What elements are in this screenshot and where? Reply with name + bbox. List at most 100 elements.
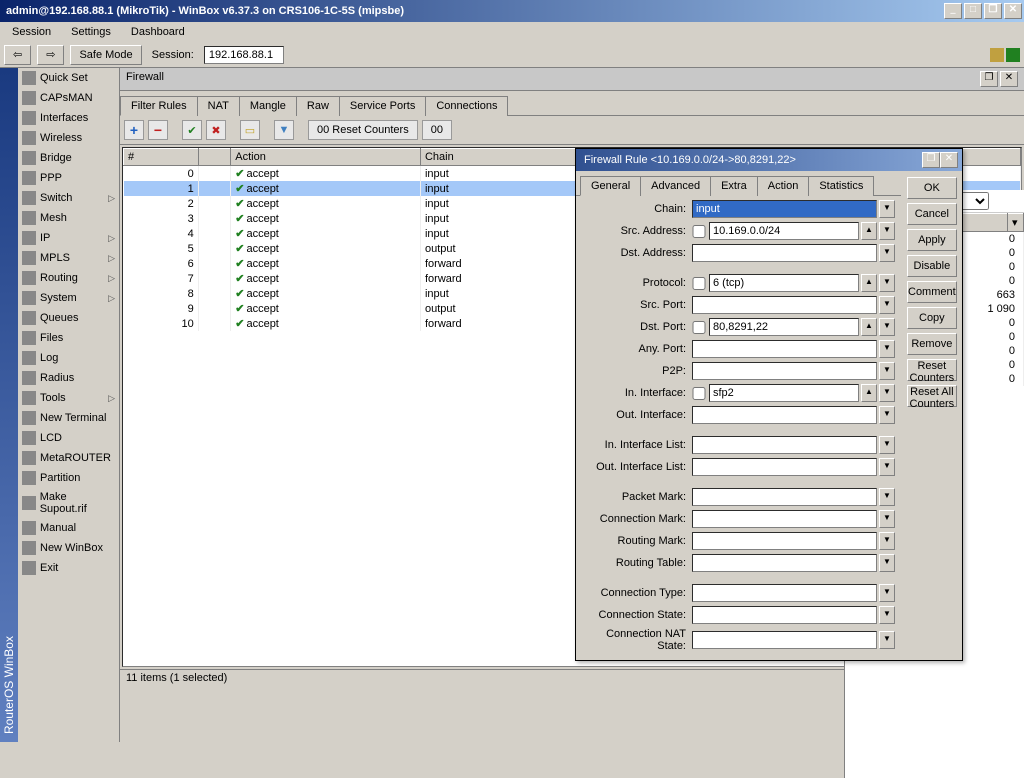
sidebar-item-new-terminal[interactable]: New Terminal bbox=[18, 408, 119, 428]
sidebar-item-mesh[interactable]: Mesh bbox=[18, 208, 119, 228]
sidebar-item-bridge[interactable]: Bridge bbox=[18, 148, 119, 168]
tab-connections[interactable]: Connections bbox=[425, 96, 508, 116]
dropdown-button[interactable] bbox=[879, 200, 895, 218]
dropdown-button[interactable] bbox=[879, 318, 895, 336]
pktMark-input[interactable] bbox=[692, 488, 877, 506]
cancel-button[interactable]: Cancel bbox=[907, 203, 957, 225]
restore-button[interactable]: ❐ bbox=[984, 3, 1002, 19]
sidebar-item-routing[interactable]: Routing▷ bbox=[18, 268, 119, 288]
p2p-input[interactable] bbox=[692, 362, 877, 380]
srcPort-input[interactable] bbox=[692, 296, 877, 314]
close-button[interactable]: ✕ bbox=[1004, 3, 1022, 19]
dropdown-button[interactable] bbox=[879, 488, 895, 506]
sidebar-item-switch[interactable]: Switch▷ bbox=[18, 188, 119, 208]
outIfList-input[interactable] bbox=[692, 458, 877, 476]
dialog-close-button[interactable]: ✕ bbox=[940, 152, 958, 168]
sidebar-item-exit[interactable]: Exit bbox=[18, 558, 119, 578]
apply-button[interactable]: Apply bbox=[907, 229, 957, 251]
connMark-input[interactable] bbox=[692, 510, 877, 528]
dstPort-input[interactable] bbox=[709, 318, 859, 336]
dropdown-button[interactable] bbox=[879, 631, 895, 649]
up-button[interactable] bbox=[861, 318, 877, 336]
column-header[interactable]: Action bbox=[231, 149, 421, 166]
firewall-restore-button[interactable]: ❐ bbox=[980, 71, 998, 87]
dialog-tab-statistics[interactable]: Statistics bbox=[808, 176, 874, 196]
anyPort-input[interactable] bbox=[692, 340, 877, 358]
dropdown-button[interactable] bbox=[879, 510, 895, 528]
connState-input[interactable] bbox=[692, 606, 877, 624]
outIf-input[interactable] bbox=[692, 406, 877, 424]
menu-settings[interactable]: Settings bbox=[63, 24, 119, 40]
negate-checkbox[interactable] bbox=[692, 321, 706, 334]
stats-menu-button[interactable]: ▾ bbox=[1008, 214, 1024, 232]
sidebar-item-new-winbox[interactable]: New WinBox bbox=[18, 538, 119, 558]
sidebar-item-interfaces[interactable]: Interfaces bbox=[18, 108, 119, 128]
sidebar-item-queues[interactable]: Queues bbox=[18, 308, 119, 328]
sidebar-item-wireless[interactable]: Wireless bbox=[18, 128, 119, 148]
remove-rule-button[interactable]: − bbox=[148, 120, 168, 140]
dropdown-button[interactable] bbox=[879, 458, 895, 476]
sidebar-item-ip[interactable]: IP▷ bbox=[18, 228, 119, 248]
sidebar-item-system[interactable]: System▷ bbox=[18, 288, 119, 308]
maximize-button[interactable]: □ bbox=[964, 3, 982, 19]
sidebar-item-capsman[interactable]: CAPsMAN bbox=[18, 88, 119, 108]
sidebar-item-metarouter[interactable]: MetaROUTER bbox=[18, 448, 119, 468]
menu-session[interactable]: Session bbox=[4, 24, 59, 40]
dialog-tab-extra[interactable]: Extra bbox=[710, 176, 758, 196]
up-button[interactable] bbox=[861, 274, 877, 292]
tab-service-ports[interactable]: Service Ports bbox=[339, 96, 426, 116]
safe-mode-button[interactable]: Safe Mode bbox=[70, 45, 141, 65]
sidebar-item-files[interactable]: Files bbox=[18, 328, 119, 348]
sidebar-item-partition[interactable]: Partition bbox=[18, 468, 119, 488]
dropdown-button[interactable] bbox=[879, 436, 895, 454]
sidebar-item-tools[interactable]: Tools▷ bbox=[18, 388, 119, 408]
column-header[interactable]: Chain bbox=[420, 149, 585, 166]
reset-all-counters-button[interactable]: 00 bbox=[422, 120, 452, 140]
filter-button[interactable]: ▼ bbox=[274, 120, 294, 140]
dropdown-button[interactable] bbox=[879, 222, 895, 240]
dialog-tab-action[interactable]: Action bbox=[757, 176, 810, 196]
dropdown-button[interactable] bbox=[879, 340, 895, 358]
sidebar-item-lcd[interactable]: LCD bbox=[18, 428, 119, 448]
tab-nat[interactable]: NAT bbox=[197, 96, 240, 116]
dropdown-button[interactable] bbox=[879, 244, 895, 262]
chain-input[interactable] bbox=[692, 200, 877, 218]
undo-button[interactable]: ⇦ bbox=[4, 45, 31, 65]
comment-button[interactable]: Comment bbox=[907, 281, 957, 303]
dropdown-button[interactable] bbox=[879, 384, 895, 402]
sidebar-item-manual[interactable]: Manual bbox=[18, 518, 119, 538]
sidebar-item-quick-set[interactable]: Quick Set bbox=[18, 68, 119, 88]
tab-mangle[interactable]: Mangle bbox=[239, 96, 297, 116]
dropdown-button[interactable] bbox=[879, 606, 895, 624]
firewall-close-button[interactable]: ✕ bbox=[1000, 71, 1018, 87]
dialog-tab-general[interactable]: General bbox=[580, 176, 641, 196]
tab-filter-rules[interactable]: Filter Rules bbox=[120, 96, 198, 116]
protocol-input[interactable] bbox=[709, 274, 859, 292]
tab-raw[interactable]: Raw bbox=[296, 96, 340, 116]
dropdown-button[interactable] bbox=[879, 274, 895, 292]
comment-rule-button[interactable]: ▭ bbox=[240, 120, 260, 140]
sidebar-item-mpls[interactable]: MPLS▷ bbox=[18, 248, 119, 268]
negate-checkbox[interactable] bbox=[692, 387, 706, 400]
disable-rule-button[interactable]: ✖ bbox=[206, 120, 226, 140]
dstAddr-input[interactable] bbox=[692, 244, 877, 262]
sidebar-item-make-supout-rif[interactable]: Make Supout.rif bbox=[18, 488, 119, 518]
inIf-input[interactable] bbox=[709, 384, 859, 402]
dropdown-button[interactable] bbox=[879, 584, 895, 602]
menu-dashboard[interactable]: Dashboard bbox=[123, 24, 193, 40]
dropdown-button[interactable] bbox=[879, 554, 895, 572]
add-rule-button[interactable]: + bbox=[124, 120, 144, 140]
sidebar-item-radius[interactable]: Radius bbox=[18, 368, 119, 388]
negate-checkbox[interactable] bbox=[692, 225, 706, 238]
disable-button[interactable]: Disable bbox=[907, 255, 957, 277]
enable-rule-button[interactable]: ✔ bbox=[182, 120, 202, 140]
inIfList-input[interactable] bbox=[692, 436, 877, 454]
ok-button[interactable]: OK bbox=[907, 177, 957, 199]
sidebar-item-log[interactable]: Log bbox=[18, 348, 119, 368]
up-button[interactable] bbox=[861, 384, 877, 402]
srcAddr-input[interactable] bbox=[709, 222, 859, 240]
minimize-button[interactable]: _ bbox=[944, 3, 962, 19]
column-header[interactable] bbox=[198, 149, 230, 166]
dropdown-button[interactable] bbox=[879, 532, 895, 550]
sidebar-item-ppp[interactable]: PPP bbox=[18, 168, 119, 188]
